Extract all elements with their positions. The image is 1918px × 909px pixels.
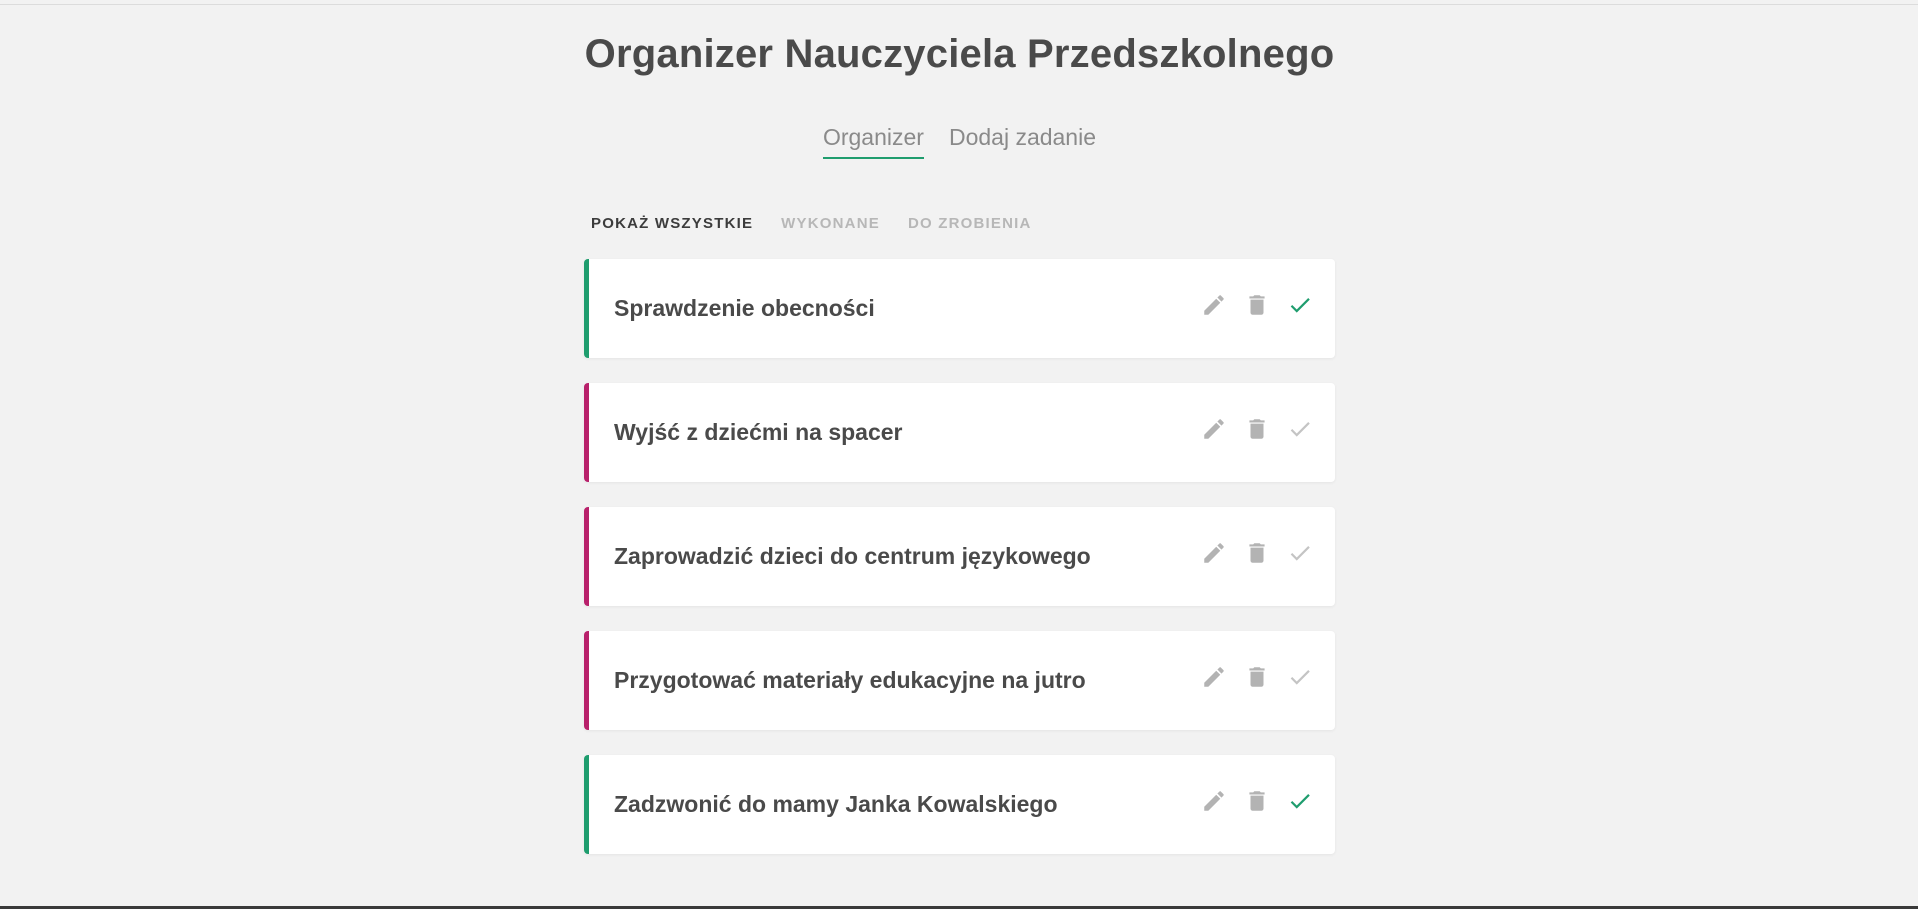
trash-icon[interactable] [1244,292,1270,318]
task-item: Przygotować materiały edukacyjne na jutr… [584,631,1335,730]
task-actions [1201,540,1313,566]
task-label: Przygotować materiały edukacyjne na jutr… [614,667,1086,693]
task-list: Sprawdzenie obecności Wyjść z dziećmi na… [584,259,1335,879]
pencil-icon[interactable] [1201,292,1227,318]
task-actions [1201,292,1313,318]
task-actions [1201,416,1313,442]
top-divider [0,4,1918,5]
trash-icon[interactable] [1244,664,1270,690]
task-label: Zaprowadzić dzieci do centrum językowego [614,543,1091,569]
task-label: Sprawdzenie obecności [614,295,875,321]
status-bar [584,259,589,358]
check-icon[interactable] [1287,292,1313,318]
status-bar [584,755,589,854]
task-filters: POKAŻ WSZYSTKIE WYKONANE DO ZROBIENIA [591,215,1032,232]
filter-done[interactable]: WYKONANE [781,215,880,232]
tab-organizer[interactable]: Organizer [822,124,924,159]
task-item: Zaprowadzić dzieci do centrum językowego [584,507,1335,606]
check-icon[interactable] [1287,416,1313,442]
task-actions [1201,664,1313,690]
pencil-icon[interactable] [1201,788,1227,814]
task-label: Wyjść z dziećmi na spacer [614,419,903,445]
filter-todo[interactable]: DO ZROBIENIA [908,215,1032,232]
task-actions [1201,788,1313,814]
tab-add-task[interactable]: Dodaj zadanie [949,124,1096,159]
trash-icon[interactable] [1244,540,1270,566]
check-icon[interactable] [1287,664,1313,690]
main-tabs: Organizer Dodaj zadanie [584,124,1335,159]
trash-icon[interactable] [1244,416,1270,442]
status-bar [584,383,589,482]
task-item: Zadzwonić do mamy Janka Kowalskiego [584,755,1335,854]
pencil-icon[interactable] [1201,664,1227,690]
check-icon[interactable] [1287,788,1313,814]
status-bar [584,631,589,730]
task-item: Wyjść z dziećmi na spacer [584,383,1335,482]
task-item: Sprawdzenie obecności [584,259,1335,358]
pencil-icon[interactable] [1201,416,1227,442]
filter-show-all[interactable]: POKAŻ WSZYSTKIE [591,215,753,232]
pencil-icon[interactable] [1201,540,1227,566]
status-bar [584,507,589,606]
page-title: Organizer Nauczyciela Przedszkolnego [584,32,1335,76]
task-label: Zadzwonić do mamy Janka Kowalskiego [614,791,1058,817]
check-icon[interactable] [1287,540,1313,566]
trash-icon[interactable] [1244,788,1270,814]
